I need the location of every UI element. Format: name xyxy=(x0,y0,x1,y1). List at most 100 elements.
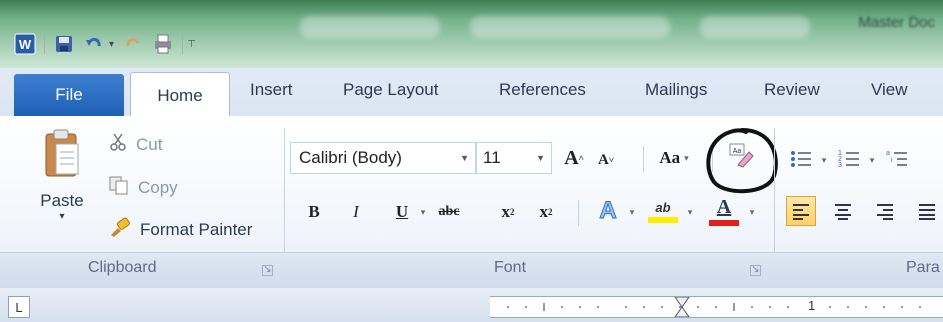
clipboard-launcher-icon[interactable]: ↘ xyxy=(262,265,273,276)
tab-file[interactable]: File xyxy=(14,74,124,116)
svg-text:a: a xyxy=(886,150,890,157)
paste-button[interactable]: Paste ▾ xyxy=(32,128,92,222)
scissors-icon xyxy=(108,132,128,157)
grow-font-button[interactable]: A ˄ xyxy=(560,144,588,172)
font-color-label: A xyxy=(716,196,732,218)
highlight-color-swatch xyxy=(648,216,678,223)
save-icon[interactable] xyxy=(53,33,75,55)
format-painter-button[interactable]: Format Painter xyxy=(108,216,252,243)
ribbon-group-labels: Clipboard ↘ Font ↘ Para xyxy=(0,252,943,289)
cut-label: Cut xyxy=(136,134,163,154)
change-case-dropdown-icon[interactable]: ▾ xyxy=(684,153,689,164)
font-launcher-icon[interactable]: ↘ xyxy=(750,265,761,276)
svg-text:3: 3 xyxy=(838,162,842,169)
font-name-value: Calibri (Body) xyxy=(299,148,402,167)
window-title: Master Doc xyxy=(858,14,935,31)
text-effects-button[interactable]: A xyxy=(592,196,624,226)
font-group-label: Font xyxy=(494,259,527,276)
subscript-label: x xyxy=(501,202,511,221)
format-painter-label: Format Painter xyxy=(140,219,253,239)
bullets-dropdown-icon[interactable]: ▾ xyxy=(818,150,830,170)
cut-button[interactable]: Cut xyxy=(108,132,162,157)
svg-text:W: W xyxy=(19,37,32,52)
ruler-marker-label: 1 xyxy=(808,298,816,313)
shrink-font-button[interactable]: A ˅ xyxy=(592,146,620,174)
horizontal-ruler[interactable]: 1 xyxy=(490,296,943,318)
superscript-label: x xyxy=(539,202,549,221)
subscript-button[interactable]: x2 xyxy=(494,198,522,226)
font-color-dropdown-icon[interactable]: ▾ xyxy=(746,200,758,224)
title-bar: Master Doc W ▾ ⊤ xyxy=(0,0,943,68)
paste-label: Paste xyxy=(40,191,84,210)
align-right-icon xyxy=(877,204,893,220)
paste-icon xyxy=(45,129,79,177)
tab-mailings[interactable]: Mailings xyxy=(645,80,707,100)
italic-button[interactable]: I xyxy=(342,198,370,226)
undo-icon[interactable] xyxy=(83,33,105,55)
change-case-button[interactable]: Aa ▾ xyxy=(656,144,692,172)
toolbar-separator xyxy=(578,200,579,226)
tab-view[interactable]: View xyxy=(871,80,908,100)
font-size-dropdown-icon[interactable]: ▼ xyxy=(536,153,545,163)
redo-icon[interactable] xyxy=(122,33,144,55)
font-name-dropdown-icon[interactable]: ▼ xyxy=(460,153,469,163)
word-logo-icon[interactable]: W xyxy=(14,33,36,55)
quick-access-toolbar: W ▾ ⊤ xyxy=(14,32,196,56)
justify-icon xyxy=(919,204,935,220)
clipboard-group-label: Clipboard xyxy=(88,259,157,276)
strikethrough-label: abc xyxy=(438,204,460,219)
underline-label: U xyxy=(395,202,409,221)
numbering-icon[interactable]: 123 xyxy=(836,146,862,172)
bold-button[interactable]: B xyxy=(300,198,328,226)
underline-button[interactable]: U xyxy=(388,198,416,226)
svg-text:i: i xyxy=(891,157,893,164)
align-left-icon xyxy=(793,204,809,220)
font-color-button[interactable]: A xyxy=(704,194,744,228)
brush-icon xyxy=(108,216,132,243)
ruler-bar: L 1 xyxy=(0,288,943,322)
tab-home[interactable]: Home xyxy=(130,72,230,118)
undo-dropdown-icon[interactable]: ▾ xyxy=(109,39,114,50)
align-right-button[interactable] xyxy=(870,196,900,226)
toolbar-separator xyxy=(643,146,644,172)
ribbon-tabs: File Home Insert Page Layout References … xyxy=(0,68,943,118)
paragraph-group-label: Para xyxy=(906,259,940,276)
change-case-label: Aa xyxy=(659,148,681,167)
text-effects-label: A xyxy=(599,197,617,225)
copy-label: Copy xyxy=(138,177,178,197)
font-size-value: 11 xyxy=(483,148,501,167)
print-icon[interactable] xyxy=(152,33,174,55)
copy-button[interactable]: Copy xyxy=(108,175,178,200)
paste-dropdown-icon[interactable]: ▾ xyxy=(32,211,92,222)
tab-insert[interactable]: Insert xyxy=(250,80,293,100)
numbering-dropdown-icon[interactable]: ▾ xyxy=(866,150,878,170)
italic-label: I xyxy=(353,202,359,221)
multilevel-list-icon[interactable]: ai xyxy=(884,146,910,172)
bold-label: B xyxy=(308,202,320,221)
tab-review[interactable]: Review xyxy=(764,80,820,100)
align-left-button[interactable] xyxy=(786,196,816,226)
customize-icon[interactable]: ⊤ xyxy=(187,39,196,50)
align-center-icon xyxy=(835,204,851,220)
ruler-ticks xyxy=(507,296,921,318)
text-effects-dropdown-icon[interactable]: ▾ xyxy=(626,200,638,224)
align-center-button[interactable] xyxy=(828,196,858,226)
underline-dropdown-icon[interactable]: ▾ xyxy=(416,200,430,224)
copy-icon xyxy=(108,175,130,200)
superscript-button[interactable]: x2 xyxy=(532,198,560,226)
tab-page-layout[interactable]: Page Layout xyxy=(343,80,438,100)
tab-selector-button[interactable]: L xyxy=(8,296,30,318)
justify-button[interactable] xyxy=(912,196,942,226)
highlight-dropdown-icon[interactable]: ▾ xyxy=(684,200,696,224)
qat-separator xyxy=(182,34,184,54)
bullets-icon[interactable] xyxy=(788,146,814,172)
strikethrough-button[interactable]: abc xyxy=(432,198,466,226)
font-color-swatch xyxy=(709,220,739,226)
font-name-combobox[interactable]: Calibri (Body) ▼ xyxy=(290,142,476,174)
tab-references[interactable]: References xyxy=(499,80,586,100)
qat-separator xyxy=(44,34,45,54)
hand-drawn-circle-annotation xyxy=(706,128,778,194)
highlight-button[interactable]: ab xyxy=(642,194,684,228)
highlight-label: ab xyxy=(655,199,671,215)
font-size-combobox[interactable]: 11 ▼ xyxy=(476,142,552,174)
